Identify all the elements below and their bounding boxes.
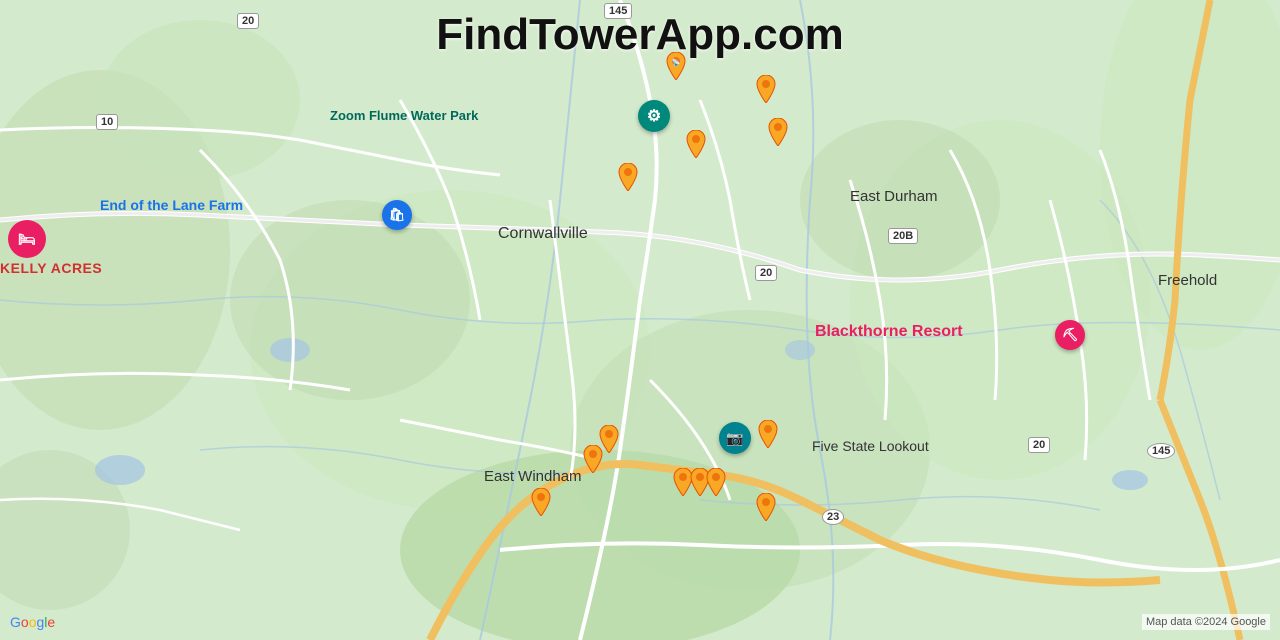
tower-marker-4[interactable] [685, 130, 707, 158]
tower-marker-8[interactable] [582, 445, 604, 473]
map-copyright: Map data ©2024 Google [1142, 614, 1270, 630]
tower-marker-13[interactable] [755, 493, 777, 521]
kelly-acres-marker[interactable]: 🛏 [8, 220, 46, 258]
route-20b-badge: 20B [888, 228, 918, 244]
tower-marker-2[interactable] [755, 75, 777, 103]
google-branding: Google [10, 614, 55, 630]
tower-marker-5[interactable] [617, 163, 639, 191]
zoom-flume-marker[interactable]: ⚙ [638, 100, 670, 132]
map-container: FindTowerApp.com Zoom Flume Water Park C… [0, 0, 1280, 640]
blackthorne-marker[interactable]: ⛏ [1055, 320, 1085, 350]
tower-marker-6[interactable] [757, 420, 779, 448]
tower-marker-3[interactable] [767, 118, 789, 146]
shopping-marker[interactable]: 🛍 [382, 200, 412, 230]
route-20-badge-top: 20 [237, 13, 259, 29]
tower-marker-9[interactable] [530, 488, 552, 516]
route-20-badge-right: 20 [1028, 437, 1050, 453]
map-background [0, 0, 1280, 640]
site-title: FindTowerApp.com [436, 10, 843, 60]
tower-marker-12[interactable] [705, 468, 727, 496]
kelly-acres-label: KELLY ACRES [0, 260, 102, 276]
camera-marker[interactable]: 📷 [719, 422, 751, 454]
route-20-badge-mid: 20 [755, 265, 777, 281]
route-10-badge: 10 [96, 114, 118, 130]
